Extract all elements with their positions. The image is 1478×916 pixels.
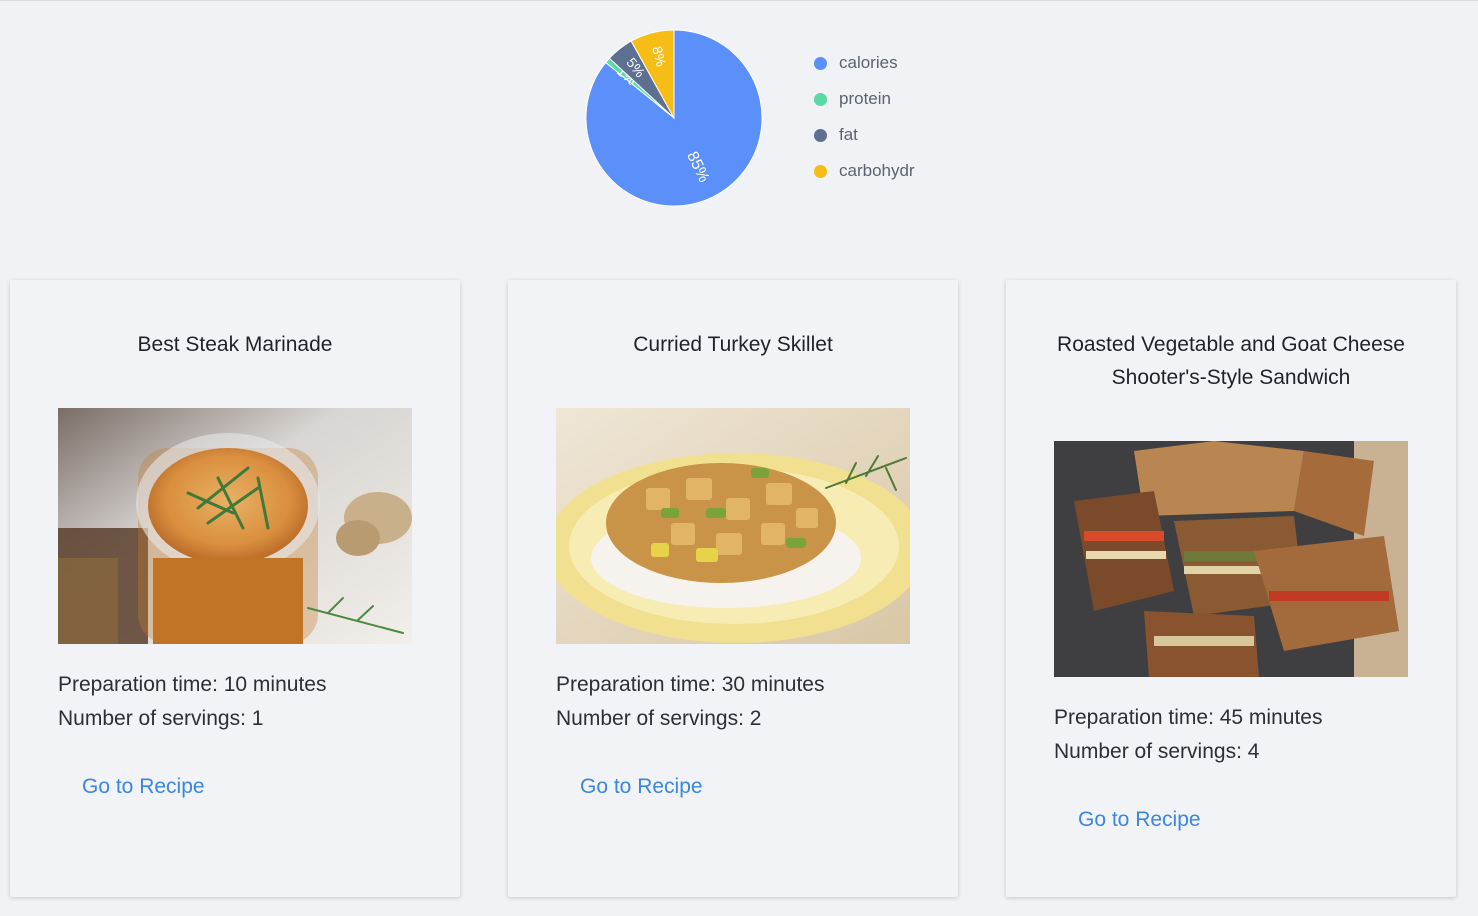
servings: Number of servings: 4	[1054, 740, 1260, 763]
prep-time: Preparation time: 10 minutes	[58, 673, 327, 696]
legend-dot-carbohydr	[814, 164, 827, 178]
recipe-title: Roasted Vegetable and Goat Cheese Shoote…	[1057, 333, 1405, 389]
recipe-info: Preparation time: 30 minutes Number of s…	[556, 668, 928, 736]
recipe-title: Best Steak Marinade	[137, 333, 333, 356]
go-to-recipe-link[interactable]: Go to Recipe	[82, 775, 205, 799]
recipe-image	[1054, 441, 1408, 677]
legend-label: fat	[839, 125, 858, 144]
top-divider	[0, 0, 1478, 1]
prep-time: Preparation time: 30 minutes	[556, 673, 825, 696]
legend-item-fat[interactable]: fat	[814, 124, 915, 146]
recipe-image	[556, 408, 910, 644]
recipe-card: Best Steak Marinade Preparation time: 10…	[10, 280, 460, 897]
legend-dot-protein	[814, 92, 827, 106]
recipe-image	[58, 408, 412, 644]
legend-label: calories	[839, 53, 898, 72]
legend-item-protein[interactable]: protein	[814, 88, 915, 110]
legend-dot-fat	[814, 128, 827, 142]
recipe-info: Preparation time: 10 minutes Number of s…	[58, 668, 430, 736]
recipe-title: Curried Turkey Skillet	[633, 333, 833, 356]
legend-dot-calories	[814, 56, 827, 70]
recipe-info: Preparation time: 45 minutes Number of s…	[1054, 701, 1426, 769]
legend-item-calories[interactable]: calories	[814, 52, 915, 74]
recipe-card: Roasted Vegetable and Goat Cheese Shoote…	[1006, 280, 1456, 897]
pie-chart: 85%1%5% 8%	[585, 29, 763, 207]
recipe-card: Curried Turkey Skillet Preparation time:…	[508, 280, 958, 897]
servings: Number of servings: 1	[58, 707, 264, 730]
chart-legend: calories protein fat carbohydr	[814, 52, 915, 182]
servings: Number of servings: 2	[556, 707, 762, 730]
prep-time: Preparation time: 45 minutes	[1054, 706, 1323, 729]
legend-label: protein	[839, 89, 891, 108]
legend-item-carbohydr[interactable]: carbohydr	[814, 160, 915, 182]
go-to-recipe-link[interactable]: Go to Recipe	[580, 775, 703, 799]
legend-label: carbohydr	[839, 161, 915, 180]
go-to-recipe-link[interactable]: Go to Recipe	[1078, 808, 1201, 832]
nutrition-chart: 85% 1% 5% 8% calories protein fat carbohydr	[578, 22, 958, 222]
